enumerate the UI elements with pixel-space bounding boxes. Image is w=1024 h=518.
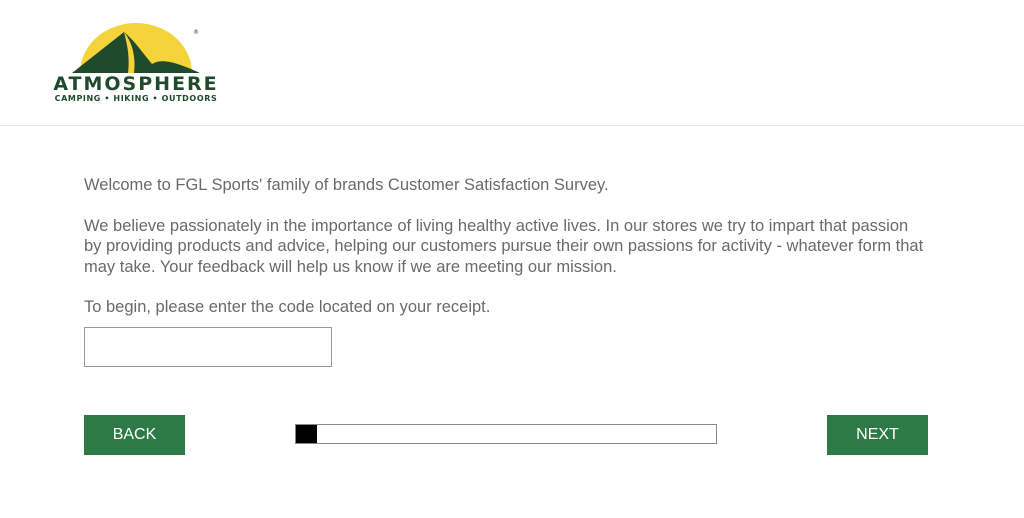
- site-header: ® ATMOSPHERE CAMPING • HIKING • OUTDOORS: [0, 0, 1024, 126]
- back-button[interactable]: BACK: [84, 415, 185, 455]
- progress-fill: [296, 425, 317, 443]
- receipt-code-input[interactable]: [84, 327, 332, 367]
- mission-text: We believe passionately in the importanc…: [84, 216, 924, 276]
- survey-intro: Welcome to FGL Sports' family of brands …: [84, 175, 924, 338]
- logo-wordmark: ATMOSPHERE: [53, 73, 219, 95]
- atmosphere-logo: ® ATMOSPHERE CAMPING • HIKING • OUTDOORS: [44, 22, 228, 108]
- welcome-text: Welcome to FGL Sports' family of brands …: [84, 176, 609, 194]
- logo-tagline: CAMPING • HIKING • OUTDOORS: [54, 94, 218, 103]
- svg-text:®: ®: [193, 29, 199, 36]
- next-button[interactable]: NEXT: [827, 415, 928, 455]
- survey-progress-bar: [295, 424, 717, 444]
- instruction-text: To begin, please enter the code located …: [84, 298, 491, 316]
- tent-mountain-logo-icon: ®: [72, 23, 200, 73]
